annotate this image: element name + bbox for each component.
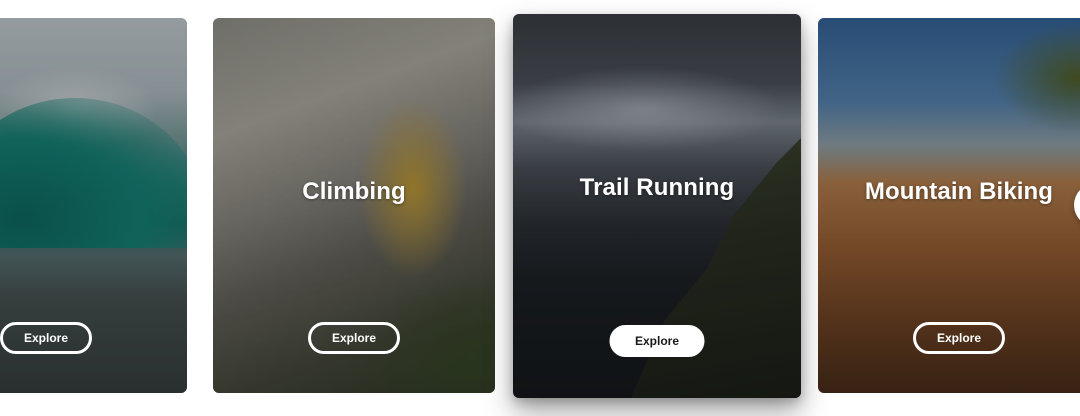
card-title: Climbing [302, 178, 406, 205]
explore-button[interactable]: Explore [0, 322, 92, 354]
activity-card-mountain-biking[interactable]: Mountain Biking Explore [818, 18, 1080, 393]
activity-card-climbing[interactable]: Climbing Explore [213, 18, 495, 393]
explore-button[interactable]: Explore [609, 325, 705, 357]
activity-card-trail-running[interactable]: Trail Running Explore [513, 14, 801, 398]
card-title: Mountain Biking [864, 178, 1054, 205]
card-title: Trail Running [579, 174, 735, 201]
explore-button[interactable]: Explore [308, 322, 400, 354]
activity-card-surfing[interactable]: Explore [0, 18, 187, 393]
activity-carousel: Explore Climbing Explore Trail Running E… [0, 0, 1080, 416]
explore-button[interactable]: Explore [913, 322, 1005, 354]
